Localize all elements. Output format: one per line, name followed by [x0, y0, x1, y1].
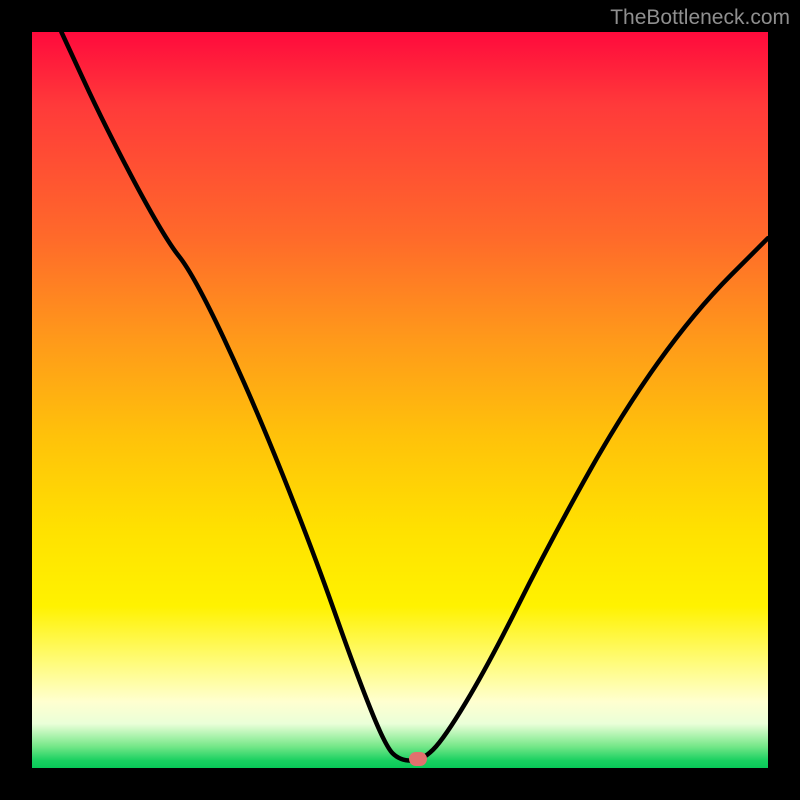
chart-frame: TheBottleneck.com	[0, 0, 800, 800]
watermark-text: TheBottleneck.com	[610, 6, 790, 30]
optimal-point-marker	[409, 752, 427, 766]
plot-area	[32, 32, 768, 768]
bottleneck-curve	[32, 32, 768, 768]
